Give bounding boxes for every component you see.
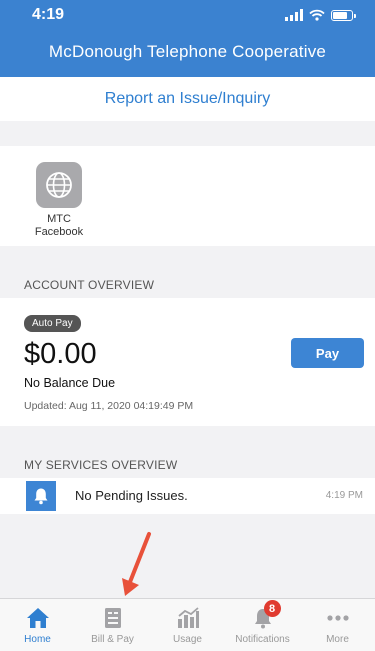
section-spacer	[0, 246, 375, 266]
section-spacer	[0, 121, 375, 146]
service-message: No Pending Issues.	[75, 488, 188, 503]
service-list-item[interactable]: No Pending Issues. 4:19 PM	[0, 478, 375, 514]
tab-bill-pay[interactable]: Bill & Pay	[75, 599, 150, 651]
tab-more[interactable]: More	[300, 599, 375, 651]
section-spacer	[0, 426, 375, 446]
report-bar: Report an Issue/Inquiry	[0, 77, 375, 121]
services-overview-heading: MY SERVICES OVERVIEW	[0, 446, 375, 478]
tab-label: Usage	[173, 634, 202, 645]
more-dots-icon	[325, 606, 351, 630]
autopay-badge: Auto Pay	[24, 315, 81, 332]
globe-icon	[36, 162, 82, 208]
report-issue-link[interactable]: Report an Issue/Inquiry	[105, 90, 270, 108]
account-overview-heading: ACCOUNT OVERVIEW	[0, 266, 375, 298]
app-header: 4:19 McDonough Telephone Cooperative	[0, 0, 375, 77]
status-icons	[285, 9, 356, 21]
shortcut-label: MTC Facebook	[34, 213, 84, 238]
app-title: McDonough Telephone Cooperative	[48, 42, 327, 61]
signal-icon	[285, 9, 303, 21]
battery-icon	[331, 9, 356, 21]
balance-status: No Balance Due	[24, 376, 116, 390]
status-time: 4:19	[32, 6, 65, 23]
mtc-facebook-shortcut[interactable]: MTC Facebook	[24, 162, 94, 239]
status-bar: 4:19	[0, 0, 375, 30]
bell-icon: 8	[250, 600, 281, 630]
tab-bar: Home Bill & Pay Usage 8 Notifications Mo…	[0, 598, 375, 651]
bill-icon	[100, 606, 126, 630]
tab-label: Bill & Pay	[91, 634, 134, 645]
service-time: 4:19 PM	[325, 490, 363, 501]
usage-chart-icon	[175, 606, 201, 630]
account-overview-card: Auto Pay $0.00 Pay No Balance Due Update…	[0, 298, 375, 426]
tab-usage[interactable]: Usage	[150, 599, 225, 651]
tab-label: More	[326, 634, 349, 645]
tab-notifications[interactable]: 8 Notifications	[225, 599, 300, 651]
wifi-icon	[309, 9, 325, 21]
notification-count-badge: 8	[263, 600, 281, 617]
tab-label: Notifications	[235, 634, 290, 645]
shortcuts-panel: MTC Facebook	[0, 146, 375, 246]
bell-icon	[26, 481, 56, 511]
balance-amount: $0.00	[24, 338, 97, 370]
pointer-arrow-icon	[122, 532, 151, 596]
home-icon	[25, 606, 51, 630]
tab-label: Home	[24, 634, 51, 645]
tab-home[interactable]: Home	[0, 599, 75, 651]
pay-button[interactable]: Pay	[291, 338, 364, 368]
updated-timestamp: Updated: Aug 11, 2020 04:19:49 PM	[24, 400, 194, 412]
